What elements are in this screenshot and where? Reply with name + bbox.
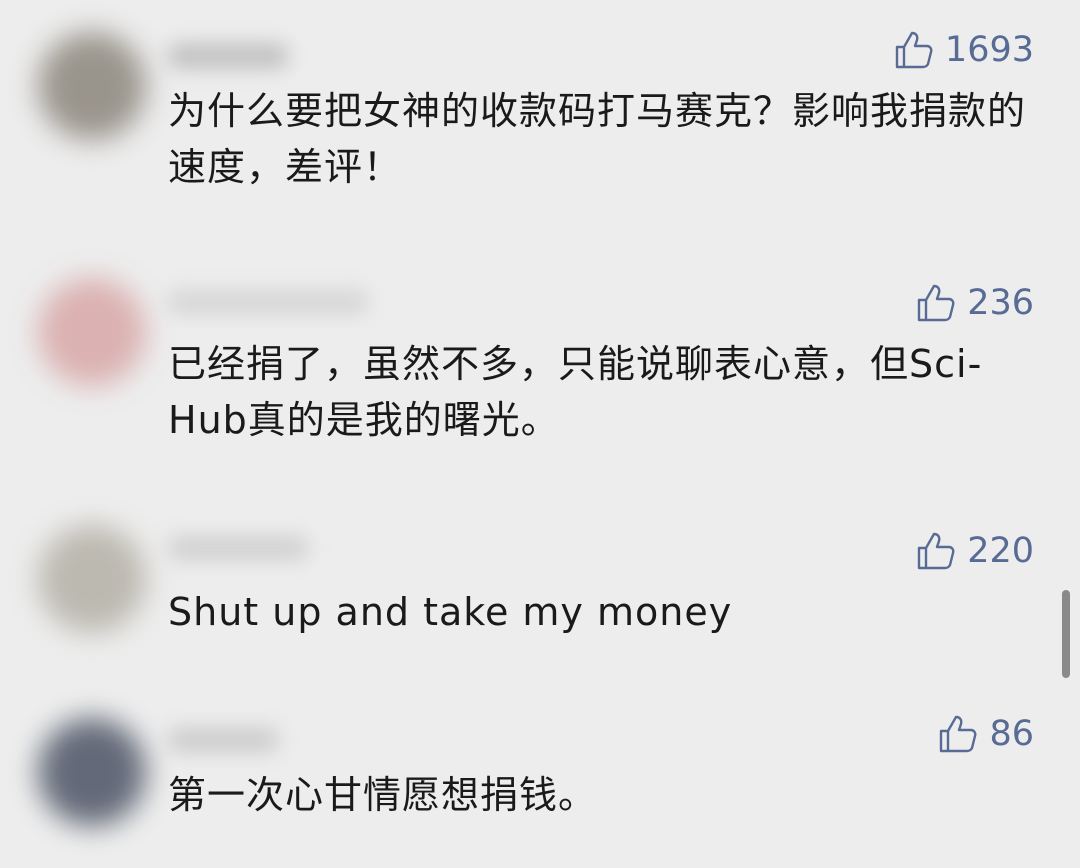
like-button[interactable]: 86	[937, 714, 1034, 754]
thumbs-up-icon	[940, 715, 977, 753]
nickname-blurred[interactable]	[168, 728, 278, 752]
comment-text: 第一次心甘情愿想捐钱。	[168, 773, 598, 817]
like-count: 86	[989, 714, 1034, 754]
scrollbar-thumb[interactable]	[1062, 590, 1070, 678]
comment-item: 86 第一次心甘情愿想捐钱。	[0, 0, 1080, 868]
avatar[interactable]	[38, 718, 146, 826]
